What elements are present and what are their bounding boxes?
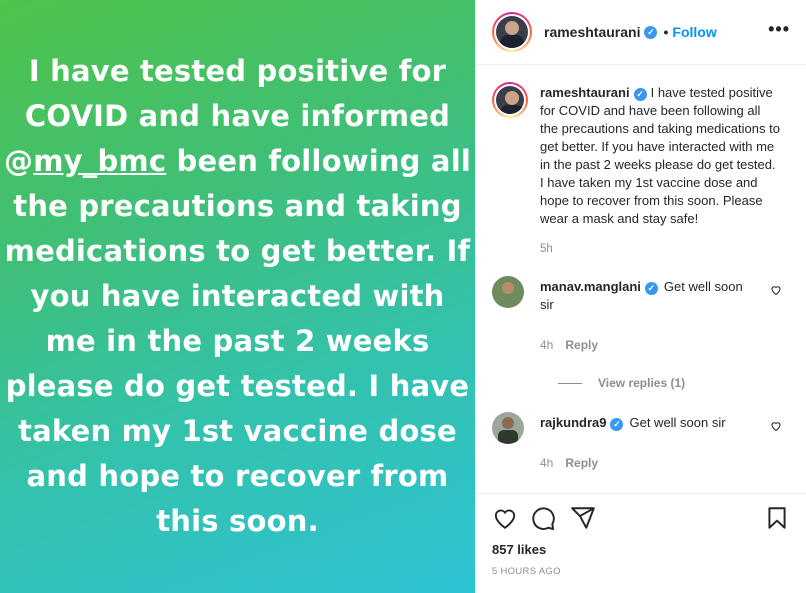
comment-timestamp[interactable]: 4h bbox=[540, 336, 553, 354]
caption-avatar[interactable] bbox=[496, 86, 524, 114]
comment-username[interactable]: rajkundra9 bbox=[540, 415, 606, 430]
view-replies-button[interactable]: View replies (1) bbox=[558, 376, 790, 390]
replies-divider-line bbox=[558, 382, 582, 384]
comment-text: Get well soon sir bbox=[629, 415, 726, 430]
commenter-avatar[interactable] bbox=[492, 412, 524, 444]
caption-story-ring[interactable] bbox=[492, 82, 528, 118]
more-options-icon[interactable]: ••• bbox=[768, 20, 790, 38]
comment: manav.manglani ✓ Get well soon sir 4h Repl… bbox=[492, 276, 790, 354]
follow-button[interactable]: Follow bbox=[672, 24, 716, 40]
reply-button[interactable]: Reply bbox=[565, 454, 598, 472]
post-timestamp[interactable]: 5 HOURS AGO bbox=[492, 566, 561, 577]
likes-count[interactable]: 857 likes bbox=[492, 542, 546, 557]
avatar[interactable] bbox=[496, 16, 528, 48]
comment-icon[interactable] bbox=[530, 505, 556, 531]
comment-username[interactable]: manav.manglani bbox=[540, 279, 641, 294]
action-bar bbox=[492, 505, 790, 533]
verified-badge-icon: ✓ bbox=[644, 25, 658, 39]
comment: rajkundra9 ✓ Get well soon sir 4h Reply bbox=[492, 412, 790, 472]
caption-username[interactable]: rameshtaurani bbox=[540, 85, 630, 100]
share-icon[interactable] bbox=[570, 505, 596, 531]
comment-timestamp[interactable]: 4h bbox=[540, 454, 553, 472]
caption-text: I have tested positive for COVID and hav… bbox=[540, 85, 780, 226]
verified-badge-icon: ✓ bbox=[644, 282, 658, 295]
post-header: rameshtaurani ✓ • Follow ••• bbox=[476, 0, 806, 65]
post-media[interactable]: I have tested positive for COVID and hav… bbox=[0, 0, 475, 593]
comments-section[interactable]: rameshtaurani ✓ I have tested positive for… bbox=[476, 66, 806, 494]
heart-icon[interactable] bbox=[492, 505, 518, 531]
post-side-panel: rameshtaurani ✓ • Follow ••• rameshtaura… bbox=[475, 0, 806, 593]
verified-badge-icon: ✓ bbox=[633, 88, 647, 101]
mention-link[interactable]: my_bmc bbox=[33, 144, 166, 178]
header-username[interactable]: rameshtaurani bbox=[544, 24, 640, 40]
reply-button[interactable]: Reply bbox=[565, 336, 598, 354]
story-text: I have tested positive for COVID and hav… bbox=[4, 54, 471, 538]
comment-like-heart-icon[interactable] bbox=[770, 420, 782, 432]
commenter-avatar[interactable] bbox=[492, 276, 524, 308]
comment-like-heart-icon[interactable] bbox=[770, 284, 782, 296]
caption: rameshtaurani ✓ I have tested positive for… bbox=[492, 82, 790, 258]
view-replies-label: View replies (1) bbox=[598, 376, 686, 390]
story-ring[interactable] bbox=[492, 12, 532, 52]
separator-dot: • bbox=[663, 24, 669, 40]
verified-badge-icon: ✓ bbox=[610, 418, 624, 431]
caption-timestamp[interactable]: 5h bbox=[540, 240, 780, 258]
bookmark-icon[interactable] bbox=[764, 505, 790, 531]
